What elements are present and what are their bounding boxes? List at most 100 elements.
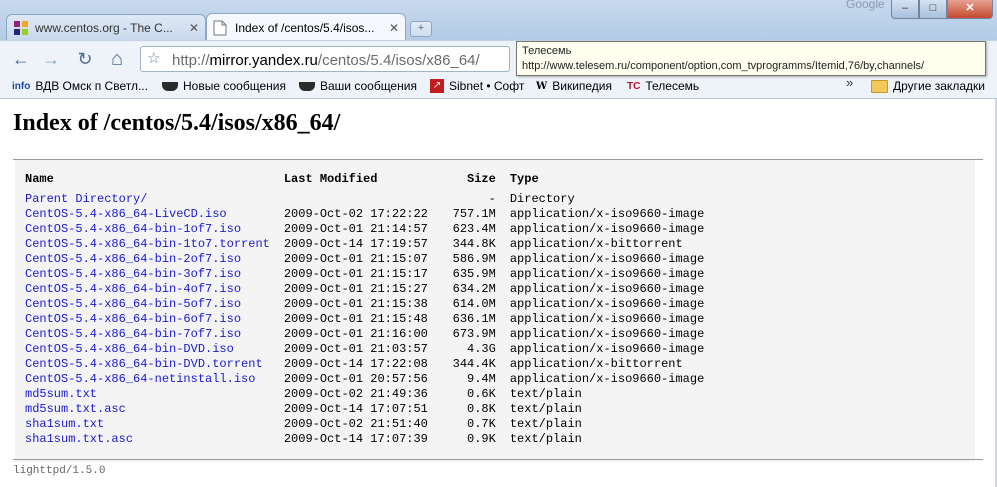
new-tab-button[interactable]: + [410,21,432,37]
ship-icon [162,81,178,91]
file-name-link[interactable]: CentOS-5.4-x86_64-bin-1of7.iso [25,222,241,236]
file-name-link[interactable]: CentOS-5.4-x86_64-bin-3of7.iso [25,267,241,281]
name-cell: CentOS-5.4-x86_64-LiveCD.iso [25,207,284,222]
type-cell: application/x-iso9660-image [509,207,705,221]
url-text[interactable]: http://mirror.yandex.ru/centos/5.4/isos/… [172,52,480,69]
table-row: CentOS-5.4-x86_64-bin-DVD.iso 2009-Oct-01… [25,342,718,357]
url-host: mirror.yandex.ru [209,52,318,69]
file-name-link[interactable]: sha1sum.txt.asc [25,432,133,446]
column-modified[interactable]: Last Modified [284,170,450,192]
file-name-link[interactable]: sha1sum.txt [25,417,104,431]
bookmark-vdv-omsk[interactable]: info ВДВ Омск п Светл... [12,79,148,93]
file-name-link[interactable]: CentOS-5.4-x86_64-netinstall.iso [25,372,255,386]
bookmark-label: Sibnet • Софт [449,79,525,93]
bookmark-label: Википедия [552,79,613,93]
size-cell: 614.0M [452,297,496,311]
page-favicon-icon [213,20,229,36]
maximize-button[interactable]: □ [919,0,947,19]
column-type[interactable]: Type [510,170,718,192]
name-cell: md5sum.txt.asc [25,402,284,417]
modified-cell: 2009-Oct-01 21:15:48 [283,312,428,326]
bookmark-label: Новые сообщения [183,79,286,93]
tab-centos-org[interactable]: www.centos.org - The C... ✕ [6,14,206,40]
minimize-button[interactable]: – [891,0,919,19]
file-name-link[interactable]: CentOS-5.4-x86_64-LiveCD.iso [25,207,227,221]
url-scheme: http:// [172,52,210,69]
type-cell: application/x-iso9660-image [509,222,705,236]
table-row: CentOS-5.4-x86_64-bin-7of7.iso 2009-Oct-0… [25,327,718,342]
tab-close-icon[interactable]: ✕ [189,21,199,35]
tab-title: Index of /centos/5.4/isos... [235,20,375,35]
name-cell: CentOS-5.4-x86_64-bin-3of7.iso [25,267,284,282]
bookmark-wikipedia[interactable]: W Википедия [536,79,612,93]
bookmark-label: ВДВ Омск п Светл... [35,79,148,93]
modified-cell: 2009-Oct-01 21:03:57 [283,342,428,356]
home-button[interactable]: ⌂ [106,48,128,70]
modified-cell: 2009-Oct-01 21:15:07 [283,252,428,266]
size-cell: 9.4M [467,372,496,386]
size-cell: 636.1M [452,312,496,326]
forward-button[interactable]: → [40,48,62,70]
modified-cell: 2009-Oct-01 21:14:57 [283,222,428,236]
file-name-link[interactable]: md5sum.txt [25,387,97,401]
file-name-link[interactable]: CentOS-5.4-x86_64-bin-DVD.torrent [25,357,263,371]
type-cell: application/x-bittorrent [509,237,683,251]
file-name-link[interactable]: md5sum.txt.asc [25,402,126,416]
google-label: Google [846,0,885,11]
reload-button[interactable]: ↻ [74,48,96,70]
size-cell: 344.4K [452,357,496,371]
tab-index-of[interactable]: Index of /centos/5.4/isos... ✕ [206,13,406,41]
bookmarks-overflow-chevron-icon[interactable]: » [846,75,853,90]
directory-listing: Name Last Modified Size Type Parent Dire… [15,160,975,462]
bookmarks-bar: info ВДВ Омск п Светл... Новые сообщения… [0,75,997,99]
back-button[interactable]: ← [10,48,32,70]
modified-cell: 2009-Oct-02 17:22:22 [283,207,428,221]
name-cell: sha1sum.txt [25,417,284,432]
file-name-link[interactable]: CentOS-5.4-x86_64-bin-4of7.iso [25,282,241,296]
name-cell: CentOS-5.4-x86_64-bin-4of7.iso [25,282,284,297]
type-cell: application/x-bittorrent [509,357,683,371]
column-size[interactable]: Size [450,170,510,192]
server-footer: lighttpd/1.5.0 [13,465,106,477]
divider [13,459,983,460]
bookmark-star-icon[interactable]: ☆ [147,49,160,67]
centos-favicon-icon [13,20,29,36]
file-name-link[interactable]: CentOS-5.4-x86_64-bin-5of7.iso [25,297,241,311]
modified-cell: 2009-Oct-01 21:16:00 [283,327,428,341]
other-bookmarks[interactable]: Другие закладки [871,79,985,93]
table-row: CentOS-5.4-x86_64-bin-3of7.iso 2009-Oct-0… [25,267,718,282]
bookmark-label: Ваши сообщения [320,79,417,93]
type-cell: application/x-iso9660-image [509,252,705,266]
address-bar[interactable]: ☆ http://mirror.yandex.ru/centos/5.4/iso… [140,46,510,72]
size-cell: 634.2M [452,282,496,296]
type-cell: text/plain [509,387,582,401]
name-cell: sha1sum.txt.asc [25,432,284,447]
bookmark-new-messages[interactable]: Новые сообщения [162,79,286,93]
ship-icon [299,81,315,91]
bookmark-telesem[interactable]: TC Телесемь [627,79,699,93]
size-cell: - [488,192,496,206]
file-name-link[interactable]: Parent Directory/ [25,192,147,206]
close-window-button[interactable]: ✕ [947,0,993,19]
bookmark-sibnet[interactable]: ↗ Sibnet • Софт [430,79,524,93]
type-cell: application/x-iso9660-image [509,267,705,281]
table-row: CentOS-5.4-x86_64-bin-4of7.iso 2009-Oct-0… [25,282,718,297]
url-path: /centos/5.4/isos/x86_64/ [317,52,480,69]
bookmark-your-messages[interactable]: Ваши сообщения [299,79,417,93]
type-cell: application/x-iso9660-image [509,327,705,341]
file-name-link[interactable]: CentOS-5.4-x86_64-bin-DVD.iso [25,342,234,356]
tab-close-icon[interactable]: ✕ [389,21,399,35]
file-name-link[interactable]: CentOS-5.4-x86_64-bin-7of7.iso [25,327,241,341]
size-cell: 0.8K [467,402,496,416]
tooltip-title: Телесемь [522,45,572,57]
info-icon: info [12,80,31,92]
file-name-link[interactable]: CentOS-5.4-x86_64-bin-6of7.iso [25,312,241,326]
table-row: sha1sum.txt 2009-Oct-02 21:51:40 0.7K text/… [25,417,718,432]
type-cell: application/x-iso9660-image [509,342,705,356]
modified-cell: 2009-Oct-02 21:51:40 [283,417,428,431]
column-name[interactable]: Name [25,170,284,192]
file-table: Name Last Modified Size Type Parent Dire… [25,170,718,447]
file-name-link[interactable]: CentOS-5.4-x86_64-bin-1to7.torrent [25,237,270,251]
file-name-link[interactable]: CentOS-5.4-x86_64-bin-2of7.iso [25,252,241,266]
modified-cell: 2009-Oct-01 20:57:56 [283,372,428,386]
